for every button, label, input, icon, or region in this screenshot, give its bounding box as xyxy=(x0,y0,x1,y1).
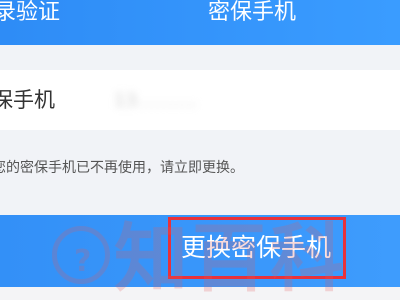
phone-security-screen: 录验证 密保手机 保手机 13‥‥‥‥‥ 您的密保手机已不再使用，请立即更换。 … xyxy=(0,0,400,300)
security-phone-label: 保手机 xyxy=(0,88,55,112)
security-phone-number: 13‥‥‥‥‥ xyxy=(114,90,197,111)
tab-security-phone[interactable]: 密保手机 xyxy=(208,0,296,30)
security-phone-row: 保手机 13‥‥‥‥‥ xyxy=(0,70,400,130)
top-tab-bar: 录验证 密保手机 xyxy=(0,0,400,45)
change-security-phone-button[interactable]: 更换密保手机 xyxy=(168,217,346,279)
phone-no-longer-used-notice: 您的密保手机已不再使用，请立即更换。 xyxy=(0,160,244,176)
tab-login-verification[interactable]: 录验证 xyxy=(0,0,60,30)
bottom-strip xyxy=(0,287,400,300)
change-security-phone-label: 更换密保手机 xyxy=(181,234,332,262)
